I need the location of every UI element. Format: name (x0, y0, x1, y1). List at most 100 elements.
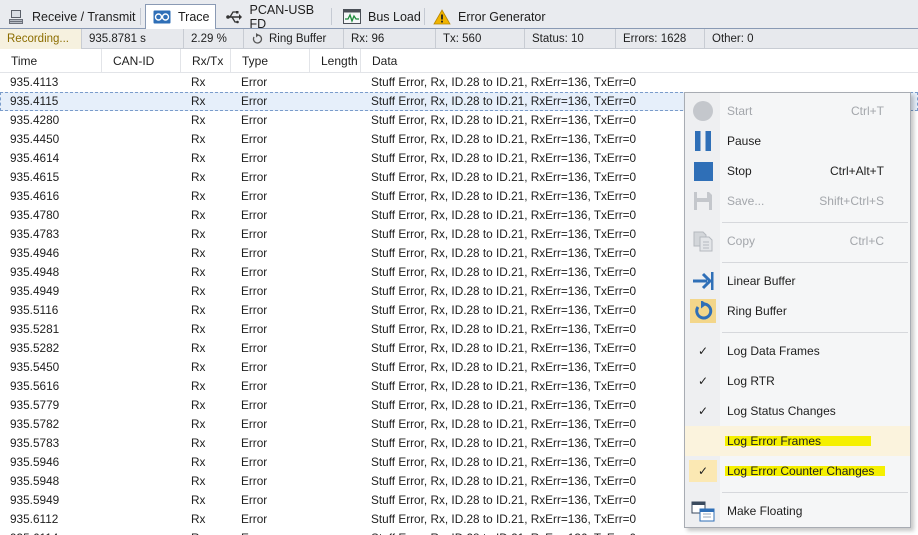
error-count: Errors: 1628 (616, 29, 705, 49)
cell-data: Stuff Error, Rx, ID.28 to ID.21, RxErr=1… (371, 303, 637, 317)
cell-time: 935.5282 (10, 341, 60, 355)
menu-item-log-error-frames[interactable]: Log Error Frames (685, 426, 910, 456)
cell-type: Error (241, 322, 268, 336)
cell-time: 935.4115 (10, 94, 59, 108)
column-header-rx-tx[interactable]: Rx/Tx (181, 49, 231, 73)
cell-type: Error (241, 227, 268, 241)
start-icon (690, 99, 716, 123)
rx-count: Rx: 96 (344, 29, 436, 49)
menu-item-start[interactable]: Start Ctrl+T (685, 96, 910, 126)
cell-data: Stuff Error, Rx, ID.28 to ID.21, RxErr=1… (371, 94, 637, 108)
cell-type: Error (241, 265, 268, 279)
check-icon: ✓ (697, 404, 709, 418)
cell-time: 935.5782 (10, 417, 60, 431)
menu-item-copy[interactable]: Copy Ctrl+C (685, 226, 910, 256)
cell-time: 935.4616 (10, 189, 60, 203)
column-header-data[interactable]: Data (361, 49, 918, 73)
cell-time: 935.6112 (10, 512, 59, 526)
tab-label: Trace (178, 10, 210, 24)
cell-type: Error (241, 379, 268, 393)
cell-time: 935.6114 (10, 529, 58, 535)
cell-data: Stuff Error, Rx, ID.28 to ID.21, RxErr=1… (371, 132, 637, 146)
trace-context-menu: Start Ctrl+T Pause Stop Ctrl+Alt+T Save.… (684, 92, 911, 528)
menu-item-log-data-frames[interactable]: ✓ Log Data Frames (685, 336, 910, 366)
column-header-can-id[interactable]: CAN-ID (102, 49, 181, 73)
cell-time: 935.4615 (10, 170, 60, 184)
cell-time: 935.4949 (10, 284, 60, 298)
cell-rx-tx: Rx (191, 113, 206, 127)
cell-data: Stuff Error, Rx, ID.28 to ID.21, RxErr=1… (371, 170, 637, 184)
make-floating-icon (690, 499, 716, 523)
cell-time: 935.5783 (10, 436, 60, 450)
tab-pcan-usb-fd[interactable]: PCAN-USB FD (218, 3, 332, 31)
menu-item-log-error-counter-changes[interactable]: ✓ Log Error Counter Changes (685, 456, 910, 486)
cell-data: Stuff Error, Rx, ID.28 to ID.21, RxErr=1… (371, 417, 637, 431)
menu-item-log-rtr[interactable]: ✓ Log RTR (685, 366, 910, 396)
cell-rx-tx: Rx (191, 208, 206, 222)
cell-rx-tx: Rx (191, 398, 206, 412)
column-header-type[interactable]: Type (231, 49, 310, 73)
cell-rx-tx: Rx (191, 189, 206, 203)
cell-type: Error (241, 75, 268, 89)
trace-status-bar: Recording... 935.8781 s 2.29 % Ring Buff… (0, 29, 918, 49)
cell-type: Error (241, 360, 268, 374)
cell-data: Stuff Error, Rx, ID.28 to ID.21, RxErr=1… (371, 529, 636, 535)
menu-item-ring-buffer[interactable]: Ring Buffer (685, 296, 910, 326)
tab-trace[interactable]: Trace (145, 4, 216, 30)
tab-receive-transmit[interactable]: Receive / Transmit (0, 4, 141, 29)
cell-rx-tx: Rx (191, 529, 205, 535)
cell-rx-tx: Rx (191, 455, 206, 469)
buffer-mode-label: Ring Buffer (269, 33, 327, 45)
tab-error-generator[interactable]: Error Generator (426, 4, 548, 29)
tab-label: Error Generator (458, 9, 546, 24)
cell-time: 935.4780 (10, 208, 60, 222)
cell-time: 935.5450 (10, 360, 60, 374)
save-icon (690, 189, 716, 213)
cell-type: Error (241, 151, 268, 165)
other-count: Other: 0 (712, 33, 754, 45)
check-icon: ✓ (697, 344, 709, 358)
menu-item-linear-buffer[interactable]: Linear Buffer (685, 266, 910, 296)
recording-status: Recording... (0, 29, 82, 49)
menu-item-pause[interactable]: Pause (685, 126, 910, 156)
cell-rx-tx: Rx (191, 246, 206, 260)
cell-type: Error (241, 113, 268, 127)
menu-item-save[interactable]: Save... Shift+Ctrl+S (685, 186, 910, 216)
cell-rx-tx: Rx (191, 493, 206, 507)
table-row[interactable]: 935.4113 Rx Error Stuff Error, Rx, ID.28 to… (0, 73, 918, 92)
cell-rx-tx: Rx (191, 94, 206, 108)
pause-icon (690, 129, 716, 153)
cell-data: Stuff Error, Rx, ID.28 to ID.21, RxErr=1… (371, 284, 637, 298)
cell-data: Stuff Error, Rx, ID.28 to ID.21, RxErr=1… (371, 493, 637, 507)
cell-time: 935.4450 (10, 132, 60, 146)
cell-data: Stuff Error, Rx, ID.28 to ID.21, RxErr=1… (371, 474, 637, 488)
tx-count: Tx: 560 (436, 29, 525, 49)
cell-data: Stuff Error, Rx, ID.28 to ID.21, RxErr=1… (371, 341, 637, 355)
cell-rx-tx: Rx (191, 379, 206, 393)
column-header-length[interactable]: Length (310, 49, 361, 73)
table-row[interactable]: 935.6114 Rx Error Stuff Error, Rx, ID.28 to… (0, 529, 918, 535)
column-header-time[interactable]: Time (0, 49, 102, 73)
tab-bar: Receive / Transmit Trace PCAN-USB FD Bus… (0, 0, 918, 31)
cell-time: 935.4946 (10, 246, 60, 260)
receive-transmit-icon (7, 9, 25, 25)
cell-data: Stuff Error, Rx, ID.28 to ID.21, RxErr=1… (371, 246, 637, 260)
menu-item-stop[interactable]: Stop Ctrl+Alt+T (685, 156, 910, 186)
buffer-fill: 2.29 % (184, 29, 244, 49)
ring-buffer-icon (690, 299, 716, 323)
menu-item-log-status-changes[interactable]: ✓ Log Status Changes (685, 396, 910, 426)
cell-time: 935.5949 (10, 493, 60, 507)
cell-type: Error (241, 94, 268, 108)
cell-rx-tx: Rx (191, 151, 206, 165)
cell-time: 935.5616 (10, 379, 60, 393)
cell-data: Stuff Error, Rx, ID.28 to ID.21, RxErr=1… (371, 265, 637, 279)
check-icon: ✓ (697, 374, 709, 388)
cell-time: 935.4113 (10, 75, 59, 89)
linear-buffer-icon (690, 269, 716, 293)
cell-rx-tx: Rx (191, 417, 206, 431)
cell-rx-tx: Rx (191, 474, 206, 488)
tab-bus-load[interactable]: Bus Load (336, 4, 425, 29)
cell-rx-tx: Rx (191, 360, 206, 374)
cell-data: Stuff Error, Rx, ID.28 to ID.21, RxErr=1… (371, 322, 637, 336)
menu-item-make-floating[interactable]: Make Floating (685, 496, 910, 526)
